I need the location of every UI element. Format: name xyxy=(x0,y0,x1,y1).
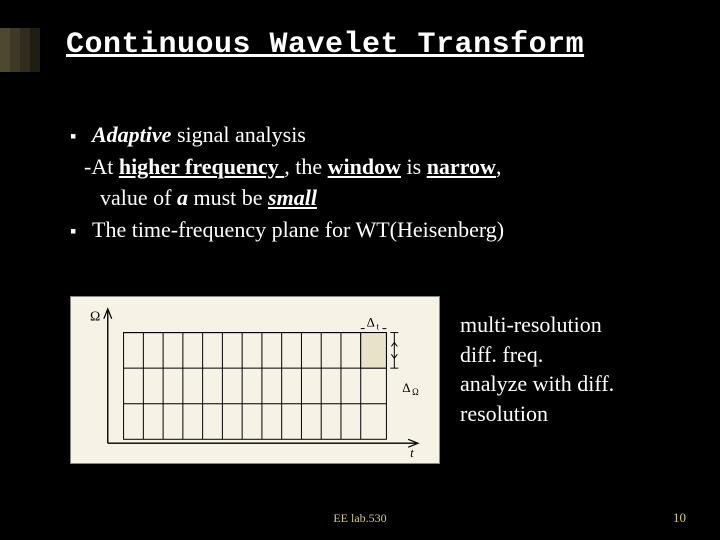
list-item: ▪ The time-frequency plane for WT(Heisen… xyxy=(70,215,680,245)
side-caption: multi-resolution diff. freq. analyze wit… xyxy=(460,296,614,429)
svg-text:Δ: Δ xyxy=(367,316,375,330)
emphasis-text: Adaptive xyxy=(92,122,171,147)
emphasis-text: small xyxy=(268,185,317,210)
emphasis-text: narrow xyxy=(427,154,496,179)
text-span: signal analysis xyxy=(171,122,305,147)
svg-text:t: t xyxy=(410,446,414,460)
svg-text:Δ: Δ xyxy=(402,381,410,395)
text-span: is xyxy=(401,154,427,179)
bullet-text: Adaptive signal analysis xyxy=(92,120,306,150)
bullet-icon: ▪ xyxy=(70,120,92,148)
emphasis-text: window xyxy=(328,154,401,179)
text-span: , xyxy=(496,154,502,179)
slide-number: 10 xyxy=(673,510,686,526)
heisenberg-plane-figure: Δ t Δ Ω Ω t xyxy=(70,296,440,464)
text-span: value of xyxy=(100,185,177,210)
caption-line: resolution xyxy=(460,399,614,429)
svg-text:t: t xyxy=(377,322,380,332)
list-item: ▪ Adaptive signal analysis xyxy=(70,120,680,150)
text-span: , the xyxy=(284,154,327,179)
footer-label: EE lab.530 xyxy=(333,511,386,526)
figure-row: Δ t Δ Ω Ω t multi-resolution diff. freq.… xyxy=(70,296,690,464)
text-span: must be xyxy=(193,185,268,210)
bullet-text: The time-frequency plane for WT(Heisenbe… xyxy=(92,215,504,245)
bullet-icon: ▪ xyxy=(70,215,92,243)
emphasis-text: a xyxy=(177,185,194,210)
text-span: -At xyxy=(84,154,119,179)
accent-bar xyxy=(0,28,40,72)
caption-line: multi-resolution xyxy=(460,310,614,340)
sub-line: value of a must be small xyxy=(70,183,680,213)
sub-line: -At higher frequency , the window is nar… xyxy=(70,152,680,182)
caption-line: diff. freq. xyxy=(460,340,614,370)
heisenberg-svg: Δ t Δ Ω Ω t xyxy=(71,297,439,463)
svg-text:Ω: Ω xyxy=(90,309,100,324)
svg-text:Ω: Ω xyxy=(412,387,419,397)
caption-line: analyze with diff. xyxy=(460,369,614,399)
bullet-list: ▪ Adaptive signal analysis -At higher fr… xyxy=(70,120,680,247)
page-title: Continuous Wavelet Transform xyxy=(66,28,584,62)
emphasis-text: higher frequency xyxy=(119,154,284,179)
